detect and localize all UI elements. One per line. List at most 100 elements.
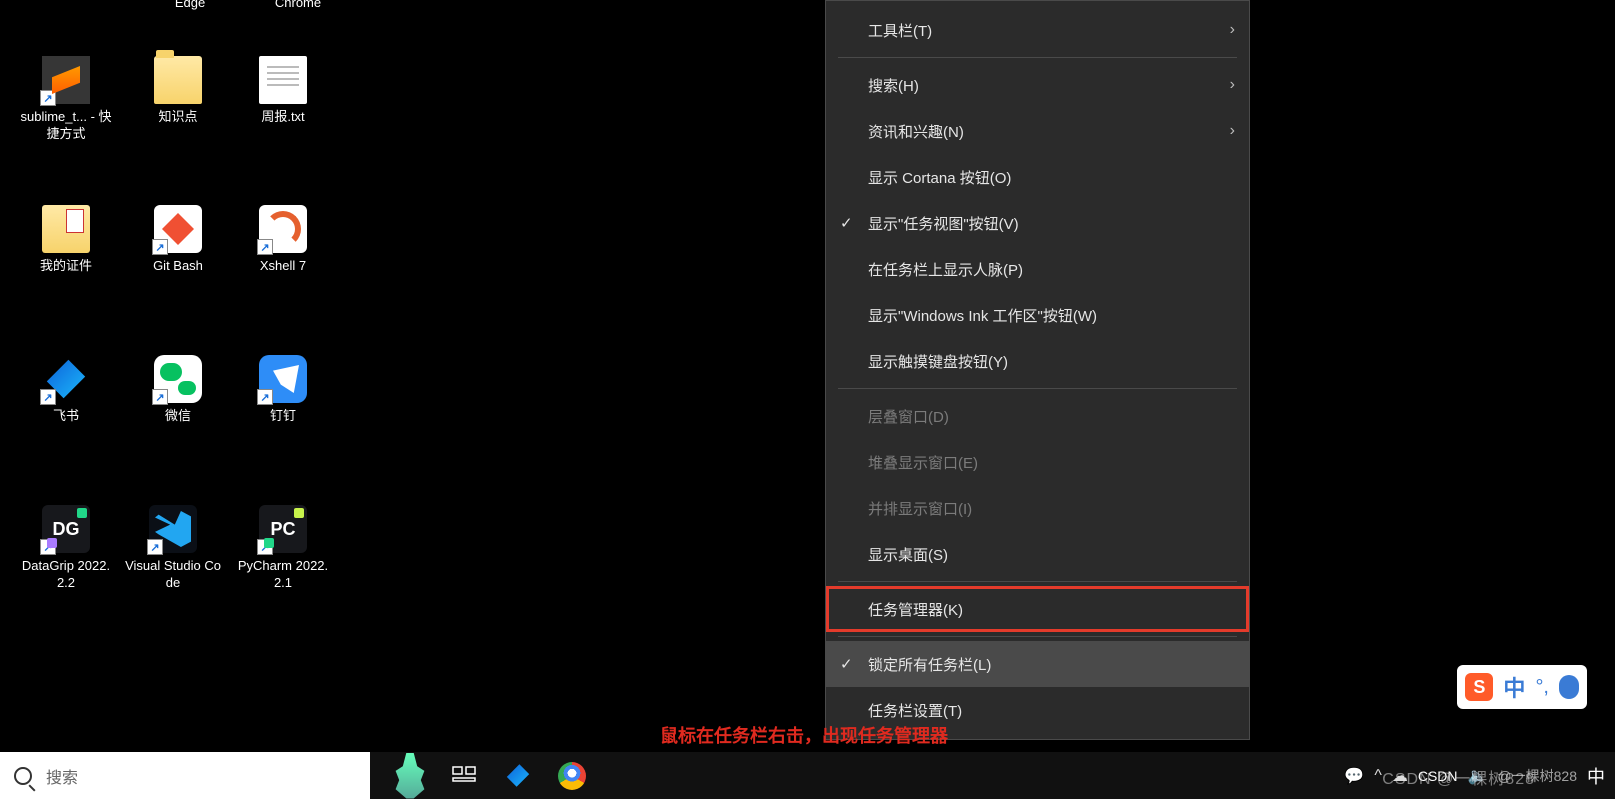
- icon-label: sublime_t... - 快捷方式: [18, 108, 114, 142]
- icon-label: Visual Studio Code: [125, 557, 221, 591]
- chevron-right-icon: ›: [1230, 76, 1235, 94]
- vscode-icon: ↗: [149, 505, 197, 553]
- desktop-icon-dingtalk[interactable]: ↗ 钉钉: [235, 355, 331, 424]
- ctx-item-label: 任务栏设置(T): [868, 700, 962, 721]
- tray-wechat-icon[interactable]: 💬: [1344, 766, 1364, 786]
- desktop-icon-mycerts[interactable]: 我的证件: [18, 205, 114, 274]
- icon-label: Edge: [175, 0, 205, 11]
- ctx-item-3[interactable]: 资讯和兴趣(N) ›: [826, 108, 1249, 154]
- desktop: Edge Chrome ↗ sublime_t... - 快捷方式 知识点 周报…: [0, 0, 1615, 799]
- shortcut-arrow-icon: ↗: [152, 389, 168, 405]
- desktop-icon-knowledge-folder[interactable]: 知识点: [130, 56, 226, 125]
- xshell-icon: ↗: [259, 205, 307, 253]
- tray-ime-zh[interactable]: 中: [1587, 763, 1605, 789]
- ctx-item-4[interactable]: 显示 Cortana 按钮(O): [826, 154, 1249, 200]
- taskbar-chrome-button[interactable]: [550, 754, 594, 798]
- task-view-button[interactable]: [442, 754, 486, 798]
- feishu-icon: ↗: [42, 355, 90, 403]
- search-icon: [14, 767, 32, 785]
- icon-label: Git Bash: [153, 257, 203, 274]
- text-file-icon: [259, 56, 307, 104]
- ctx-item-label: 显示触摸键盘按钮(Y): [868, 351, 1008, 372]
- shortcut-arrow-icon: ↗: [40, 389, 56, 405]
- icon-label: PyCharm 2022.2.1: [235, 557, 331, 591]
- shortcut-arrow-icon: ↗: [40, 90, 56, 106]
- ctx-item-label: 显示桌面(S): [868, 544, 948, 565]
- chevron-right-icon: ›: [1230, 122, 1235, 140]
- icon-label: 周报.txt: [261, 108, 304, 125]
- folder-cert-icon: [42, 205, 90, 253]
- ctx-item-label: 搜索(H): [868, 75, 919, 96]
- ime-mic-icon[interactable]: [1559, 675, 1579, 699]
- icon-label: 飞书: [53, 407, 79, 424]
- ctx-item-8[interactable]: 显示触摸键盘按钮(Y): [826, 338, 1249, 384]
- pycharm-icon: ↗: [259, 505, 307, 553]
- gitbash-icon: ↗: [154, 205, 202, 253]
- ctx-item-label: 显示 Cortana 按钮(O): [868, 167, 1011, 188]
- desktop-icon-edge[interactable]: Edge: [142, 0, 238, 11]
- ime-floating-bar[interactable]: S 中 °,: [1457, 665, 1587, 709]
- ctx-item-11: 堆叠显示窗口(E): [826, 439, 1249, 485]
- ctx-item-label: 任务管理器(K): [868, 599, 963, 620]
- ctx-item-0[interactable]: 工具栏(T) ›: [826, 7, 1249, 53]
- ctx-item-13[interactable]: 显示桌面(S): [826, 531, 1249, 577]
- folder-icon: [154, 56, 202, 104]
- ctx-item-label: 显示"任务视图"按钮(V): [868, 213, 1019, 234]
- ctx-item-7[interactable]: 显示"Windows Ink 工作区"按钮(W): [826, 292, 1249, 338]
- desktop-icon-vscode[interactable]: ↗ Visual Studio Code: [125, 505, 221, 591]
- desktop-icon-pycharm[interactable]: ↗ PyCharm 2022.2.1: [235, 505, 331, 591]
- tray-overflow-icon[interactable]: ^: [1374, 767, 1382, 785]
- icon-label: Chrome: [275, 0, 321, 11]
- ctx-item-label: 堆叠显示窗口(E): [868, 452, 978, 473]
- sublime-icon: ↗: [42, 56, 90, 104]
- ctx-item-label: 工具栏(T): [868, 20, 932, 41]
- search-placeholder: 搜索: [46, 764, 78, 788]
- shortcut-arrow-icon: ↗: [147, 539, 163, 555]
- icon-label: 微信: [165, 407, 191, 424]
- datagrip-icon: ↗: [42, 505, 90, 553]
- dingtalk-icon: ↗: [259, 355, 307, 403]
- ctx-item-5[interactable]: ✓ 显示"任务视图"按钮(V): [826, 200, 1249, 246]
- desktop-icon-gitbash[interactable]: ↗ Git Bash: [130, 205, 226, 274]
- desktop-icon-chrome[interactable]: Chrome: [250, 0, 346, 11]
- ctx-item-2[interactable]: 搜索(H) ›: [826, 62, 1249, 108]
- shortcut-arrow-icon: ↗: [40, 539, 56, 555]
- ctx-item-label: 锁定所有任务栏(L): [868, 654, 991, 675]
- ctx-item-10: 层叠窗口(D): [826, 393, 1249, 439]
- desktop-icon-feishu[interactable]: ↗ 飞书: [18, 355, 114, 424]
- sogou-icon: S: [1465, 673, 1493, 701]
- icon-label: DataGrip 2022.2.2: [18, 557, 114, 591]
- desktop-icon-weekly-txt[interactable]: 周报.txt: [235, 56, 331, 125]
- check-icon: ✓: [840, 655, 853, 673]
- ctx-item-6[interactable]: 在任务栏上显示人脉(P): [826, 246, 1249, 292]
- ime-punct-icon[interactable]: °,: [1535, 676, 1549, 699]
- shortcut-arrow-icon: ↗: [257, 389, 273, 405]
- ime-mode-zh[interactable]: 中: [1503, 671, 1525, 703]
- icon-label: Xshell 7: [260, 257, 306, 274]
- desktop-icon-datagrip[interactable]: ↗ DataGrip 2022.2.2: [18, 505, 114, 591]
- check-icon: ✓: [840, 214, 853, 232]
- chevron-right-icon: ›: [1230, 21, 1235, 39]
- desktop-icon-wechat[interactable]: ↗ 微信: [130, 355, 226, 424]
- ctx-item-label: 层叠窗口(D): [868, 406, 949, 427]
- shortcut-arrow-icon: ↗: [257, 539, 273, 555]
- ctx-item-12: 并排显示窗口(I): [826, 485, 1249, 531]
- ctx-item-label: 资讯和兴趣(N): [868, 121, 964, 142]
- shortcut-arrow-icon: ↗: [257, 239, 273, 255]
- taskbar-context-menu: 工具栏(T) › 搜索(H) › 资讯和兴趣(N) › 显示 Cortana 按钮(O) ✓ 显…: [825, 0, 1250, 740]
- ctx-item-17[interactable]: ✓ 锁定所有任务栏(L): [826, 641, 1249, 687]
- taskbar-liberty-icon[interactable]: [388, 754, 432, 798]
- icon-label: 钉钉: [270, 407, 296, 424]
- wechat-icon: ↗: [154, 355, 202, 403]
- ctx-item-label: 并排显示窗口(I): [868, 498, 972, 519]
- watermark-text: CSDN @一棵树828: [1382, 765, 1535, 789]
- taskbar-feishu-button[interactable]: [496, 754, 540, 798]
- desktop-icon-sublime[interactable]: ↗ sublime_t... - 快捷方式: [18, 56, 114, 142]
- shortcut-arrow-icon: ↗: [152, 239, 168, 255]
- ctx-item-label: 在任务栏上显示人脉(P): [868, 259, 1023, 280]
- ctx-item-label: 显示"Windows Ink 工作区"按钮(W): [868, 305, 1097, 326]
- taskbar-search[interactable]: 搜索: [0, 752, 370, 799]
- desktop-icon-xshell[interactable]: ↗ Xshell 7: [235, 205, 331, 274]
- annotation-text: 鼠标在任务栏右击，出现任务管理器: [660, 722, 948, 748]
- ctx-item-15[interactable]: 任务管理器(K): [826, 586, 1249, 632]
